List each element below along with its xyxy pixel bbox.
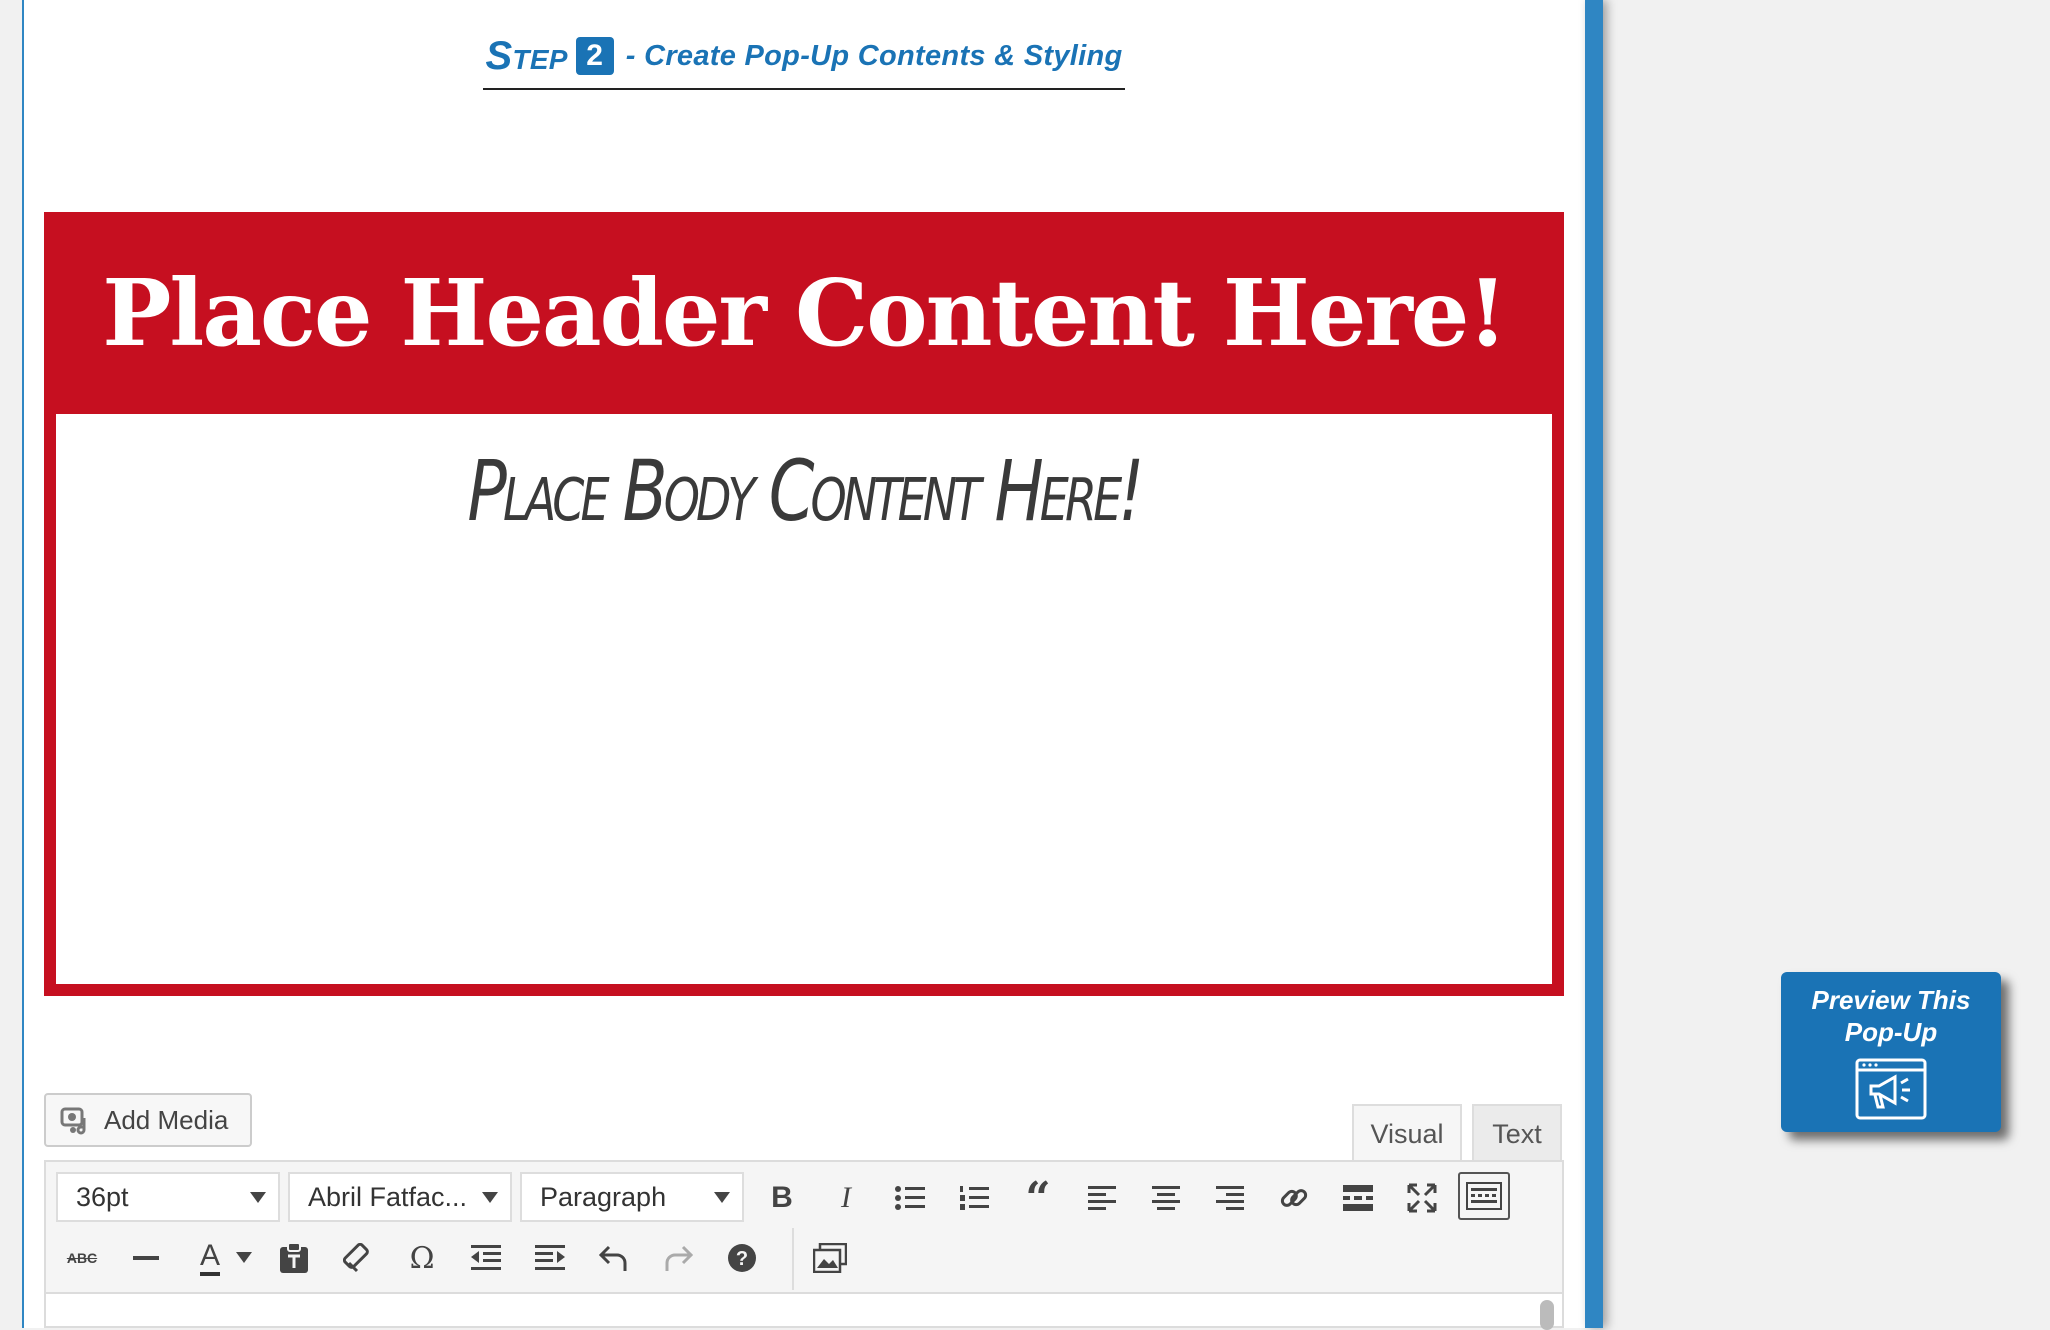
preview-popup-button[interactable]: Preview This Pop-Up <box>1781 972 2001 1132</box>
tab-visual-label: Visual <box>1370 1118 1444 1149</box>
scrollbar-thumb[interactable] <box>1540 1300 1554 1330</box>
step-title: - Create Pop-Up Contents & Styling <box>625 39 1123 72</box>
font-size-select[interactable]: 36pt <box>56 1172 280 1222</box>
align-center-icon[interactable] <box>1144 1176 1188 1220</box>
step-word: Step <box>485 33 568 78</box>
horizontal-line-icon[interactable] <box>124 1236 168 1280</box>
panel-border-rail <box>1585 0 1603 1328</box>
align-right-icon[interactable] <box>1208 1176 1252 1220</box>
chevron-down-icon <box>482 1192 498 1203</box>
format-select[interactable]: Paragraph <box>520 1172 744 1222</box>
chevron-down-icon <box>714 1192 730 1203</box>
read-more-icon[interactable] <box>1336 1176 1380 1220</box>
toolbar-divider <box>792 1228 794 1290</box>
tab-text[interactable]: Text <box>1472 1104 1562 1162</box>
font-family-value: Abril Fatfac... <box>308 1181 468 1212</box>
popup-header[interactable]: Place Header Content Here! <box>44 212 1564 414</box>
help-icon[interactable]: ? <box>720 1236 764 1280</box>
popup-body-text: Place Body Content Here! <box>467 442 1144 540</box>
blockquote-icon[interactable]: “ <box>1016 1173 1060 1224</box>
indent-icon[interactable] <box>528 1236 572 1280</box>
align-left-icon[interactable] <box>1080 1176 1124 1220</box>
font-family-select[interactable]: Abril Fatfac... <box>288 1172 512 1222</box>
font-size-value: 36pt <box>76 1181 129 1212</box>
popup-preview-frame: Place Header Content Here! Place Body Co… <box>44 212 1564 996</box>
tab-visual[interactable]: Visual <box>1352 1104 1462 1162</box>
preview-popup-label: Preview This Pop-Up <box>1811 985 1971 1047</box>
toolbar-toggle-icon[interactable] <box>1458 1172 1510 1220</box>
tab-text-label: Text <box>1492 1118 1542 1149</box>
fullscreen-icon[interactable] <box>1400 1176 1444 1220</box>
undo-icon[interactable] <box>592 1236 636 1280</box>
bulleted-list-icon[interactable] <box>888 1176 932 1220</box>
add-media-button[interactable]: Add Media <box>44 1093 252 1147</box>
bold-icon[interactable]: B <box>760 1176 804 1220</box>
step-heading: Step 2 - Create Pop-Up Contents & Stylin… <box>483 30 1125 90</box>
redo-icon[interactable] <box>656 1236 700 1280</box>
add-media-icon <box>60 1107 86 1135</box>
clear-formatting-icon[interactable] <box>336 1236 380 1280</box>
svg-text:?: ? <box>736 1248 748 1270</box>
numbered-list-icon[interactable] <box>952 1176 996 1220</box>
strikethrough-icon[interactable]: ABC <box>60 1236 104 1280</box>
italic-icon[interactable]: I <box>824 1176 868 1220</box>
gallery-icon[interactable] <box>808 1236 852 1280</box>
special-character-icon[interactable]: Ω <box>400 1236 444 1280</box>
text-color-icon[interactable]: A <box>188 1236 232 1280</box>
popup-body[interactable]: Place Body Content Here! <box>56 414 1552 984</box>
step-number-badge: 2 <box>575 37 614 75</box>
text-color-dropdown-icon[interactable] <box>232 1236 256 1280</box>
paste-as-text-icon[interactable] <box>272 1236 316 1280</box>
add-media-label: Add Media <box>104 1104 229 1135</box>
editor-content-area[interactable] <box>44 1294 1564 1330</box>
chevron-down-icon <box>250 1192 266 1203</box>
outdent-icon[interactable] <box>464 1236 508 1280</box>
editor-toolbar: 36pt Abril Fatfac... Paragraph B I “ ABC <box>44 1160 1564 1294</box>
megaphone-window-icon <box>1855 1058 1927 1120</box>
format-value: Paragraph <box>540 1181 667 1212</box>
popup-header-text: Place Header Content Here! <box>102 259 1508 367</box>
link-icon[interactable] <box>1272 1176 1316 1220</box>
